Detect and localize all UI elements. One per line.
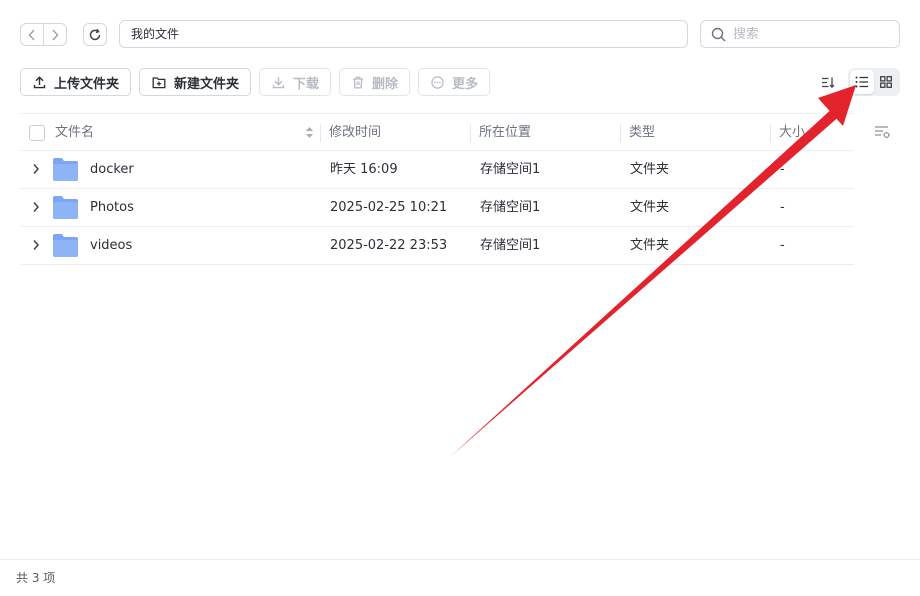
expand-icon[interactable]	[32, 239, 40, 251]
column-settings-button[interactable]	[874, 125, 891, 143]
upload-icon	[33, 75, 46, 88]
file-type: 文件夹	[630, 238, 670, 253]
file-location: 存储空间1	[480, 162, 541, 177]
folder-icon	[53, 196, 78, 219]
new-folder-label: 新建文件夹	[174, 76, 240, 92]
more-button[interactable]: 更多	[418, 68, 491, 96]
column-settings-icon	[875, 126, 890, 139]
trash-icon	[353, 76, 364, 88]
list-view-icon	[855, 76, 868, 88]
file-name[interactable]: videos	[90, 227, 132, 264]
file-location: 存储空间1	[480, 238, 541, 253]
grid-view-icon	[880, 76, 892, 88]
table-header: 文件名 修改时间 所在位置 类型 大小	[20, 113, 854, 151]
table-row[interactable]: Photos 2025-02-25 10:21 存储空间1 文件夹 -	[20, 189, 854, 227]
more-icon	[431, 75, 444, 89]
header-size[interactable]: 大小	[770, 114, 805, 151]
header-location[interactable]: 所在位置	[470, 114, 531, 151]
forward-button[interactable]	[43, 24, 66, 45]
header-modified-label: 修改时间	[329, 125, 382, 140]
view-toggle	[848, 68, 900, 96]
action-toolbar: 上传文件夹 新建文件夹 下载 删除 更多	[20, 68, 498, 96]
chevron-left-icon	[28, 29, 35, 40]
header-type-label: 类型	[629, 125, 656, 140]
status-bar: 共 3 项	[0, 559, 920, 596]
file-size: -	[780, 238, 785, 253]
header-location-label: 所在位置	[479, 125, 532, 140]
file-size: -	[780, 162, 785, 177]
more-label: 更多	[452, 76, 479, 92]
folder-icon	[53, 234, 78, 257]
upload-folder-button[interactable]: 上传文件夹	[20, 68, 132, 96]
file-type: 文件夹	[630, 200, 670, 215]
header-name[interactable]: 文件名	[55, 114, 94, 151]
header-type[interactable]: 类型	[620, 114, 655, 151]
file-type: 文件夹	[630, 162, 670, 177]
file-modified: 2025-02-22 23:53	[330, 238, 448, 253]
sort-icon	[822, 77, 835, 88]
new-folder-icon	[152, 76, 166, 88]
header-size-label: 大小	[779, 125, 806, 140]
upload-folder-label: 上传文件夹	[54, 76, 120, 92]
new-folder-button[interactable]: 新建文件夹	[139, 68, 252, 96]
download-icon	[272, 76, 285, 88]
delete-label: 删除	[372, 76, 399, 92]
file-name[interactable]: docker	[90, 151, 134, 188]
back-button[interactable]	[21, 24, 43, 45]
search-input[interactable]	[733, 26, 883, 42]
item-count: 共 3 项	[16, 571, 56, 585]
refresh-button[interactable]	[83, 23, 107, 46]
sort-button[interactable]	[816, 70, 840, 94]
file-modified: 2025-02-25 10:21	[330, 200, 448, 215]
expand-icon[interactable]	[32, 201, 40, 213]
top-bar: 我的文件	[20, 20, 900, 48]
delete-button[interactable]: 删除	[339, 68, 411, 96]
table-row[interactable]: videos 2025-02-22 23:53 存储空间1 文件夹 -	[20, 227, 854, 265]
file-name[interactable]: Photos	[90, 189, 134, 226]
sort-caret-icon[interactable]	[305, 126, 314, 139]
expand-icon[interactable]	[32, 163, 40, 175]
file-size: -	[780, 200, 785, 215]
file-modified: 昨天 16:09	[330, 162, 398, 177]
download-button[interactable]: 下载	[259, 68, 332, 96]
history-nav	[20, 23, 67, 46]
file-table: 文件名 修改时间 所在位置 类型 大小 docker 昨天 16:09 存储空间…	[20, 113, 854, 265]
file-location: 存储空间1	[480, 200, 541, 215]
path-bar[interactable]: 我的文件	[119, 20, 688, 48]
list-view-button[interactable]	[850, 70, 874, 94]
header-modified[interactable]: 修改时间	[320, 114, 381, 151]
select-all-checkbox[interactable]	[29, 125, 45, 141]
chevron-right-icon	[52, 29, 59, 40]
search-icon	[711, 27, 726, 42]
view-controls	[816, 68, 900, 96]
grid-view-button[interactable]	[874, 70, 898, 94]
table-row[interactable]: docker 昨天 16:09 存储空间1 文件夹 -	[20, 151, 854, 189]
download-label: 下载	[293, 76, 320, 92]
folder-icon	[53, 158, 78, 181]
search-box[interactable]	[700, 20, 900, 48]
refresh-icon	[89, 28, 101, 40]
